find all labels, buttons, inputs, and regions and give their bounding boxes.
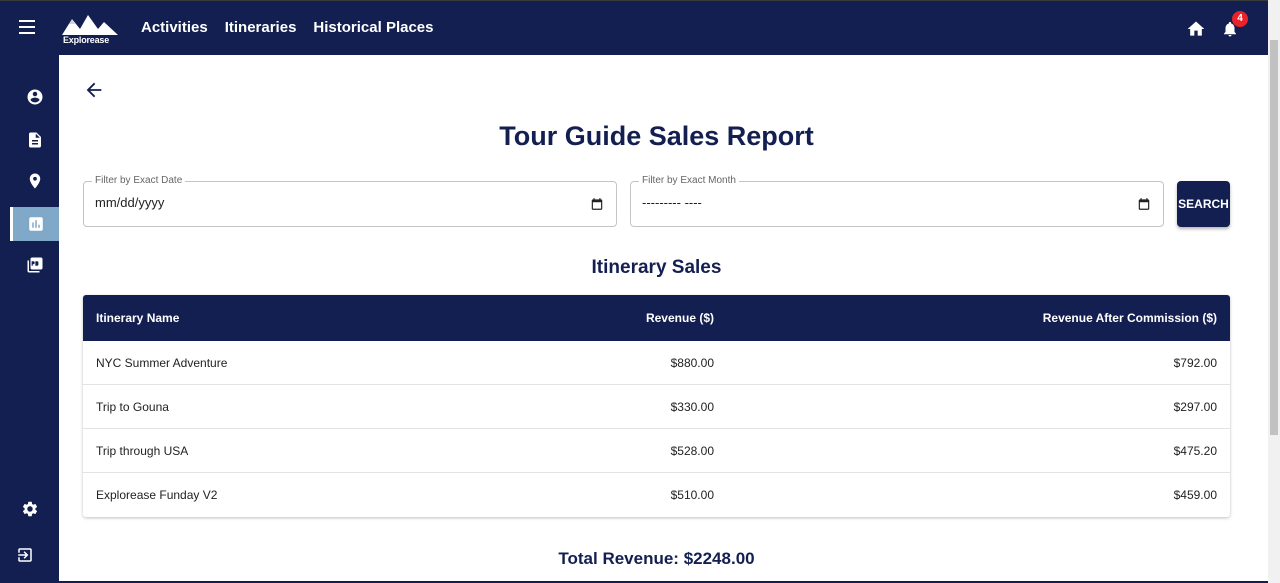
gear-icon (22, 501, 37, 517)
cell-itinerary-name: NYC Summer Adventure (96, 355, 228, 370)
total-revenue: Total Revenue: $2248.00 (558, 549, 755, 568)
document-icon (28, 132, 41, 148)
pdf-collection-icon (27, 257, 42, 273)
bar-chart-icon (29, 217, 43, 231)
scrollbar-thumb[interactable] (1270, 40, 1278, 435)
cell-itinerary-name: Explorease Funday V2 (96, 488, 218, 502)
sidebar (0, 55, 59, 583)
scrollbar[interactable] (1268, 0, 1280, 583)
home-icon[interactable] (1186, 19, 1206, 39)
calendar-icon[interactable] (590, 197, 604, 211)
table-row[interactable]: Trip to Gouna $330.00 $297.00 (83, 385, 1230, 429)
back-arrow-icon[interactable] (83, 79, 105, 101)
cell-revenue: $330.00 (670, 399, 714, 414)
sidebar-item-pdf[interactable] (10, 248, 59, 282)
month-filter-input[interactable] (642, 195, 1042, 210)
calendar-icon[interactable] (1137, 197, 1151, 211)
cell-itinerary-name: Trip through USA (96, 443, 189, 458)
main-content: Tour Guide Sales Report Filter by Exact … (59, 55, 1268, 581)
cell-revenue: $510.00 (670, 488, 714, 502)
column-header-name[interactable]: Itinerary Name (83, 311, 483, 325)
cell-revenue-after-commission: $297.00 (1173, 399, 1217, 414)
cell-revenue-after-commission: $792.00 (1173, 355, 1217, 370)
notification-badge: 4 (1232, 11, 1248, 27)
sidebar-item-logout[interactable] (0, 538, 49, 572)
sidebar-item-profile[interactable] (10, 80, 59, 114)
date-filter-input[interactable] (95, 195, 495, 210)
date-filter-label: Filter by Exact Date (92, 175, 186, 186)
table-row[interactable]: NYC Summer Adventure $880.00 $792.00 (83, 341, 1230, 385)
main-nav: Activities Itineraries Historical Places (141, 19, 434, 36)
nav-historical-places[interactable]: Historical Places (313, 19, 433, 36)
logo[interactable]: Explorease (60, 13, 120, 47)
table-row[interactable]: Trip through USA $528.00 $475.20 (83, 429, 1230, 473)
column-header-revenue-after-commission[interactable]: Revenue After Commission ($) (714, 311, 1217, 325)
section-title: Itinerary Sales (591, 257, 722, 278)
cell-revenue-after-commission: $475.20 (1173, 443, 1217, 458)
table-header: Itinerary Name Revenue ($) Revenue After… (83, 295, 1230, 341)
nav-activities[interactable]: Activities (141, 19, 208, 36)
page-title: Tour Guide Sales Report (499, 121, 814, 151)
sidebar-item-sales-report[interactable] (10, 207, 59, 241)
search-button[interactable]: SEARCH (1177, 181, 1230, 227)
logo-text: Explorease (63, 35, 110, 45)
sidebar-item-documents[interactable] (10, 123, 59, 157)
cell-revenue: $880.00 (670, 355, 714, 370)
nav-itineraries[interactable]: Itineraries (225, 19, 297, 36)
month-filter-field[interactable]: Filter by Exact Month (630, 175, 1164, 227)
month-filter-label: Filter by Exact Month (639, 175, 739, 186)
logout-icon (17, 548, 32, 562)
mountains-logo-icon (62, 15, 118, 35)
sidebar-item-settings[interactable] (5, 492, 54, 526)
account-circle-icon (27, 89, 42, 105)
cell-revenue: $528.00 (670, 443, 714, 458)
table-row[interactable]: Explorease Funday V2 $510.00 $459.00 (83, 473, 1230, 517)
sales-table: Itinerary Name Revenue ($) Revenue After… (83, 295, 1230, 517)
menu-icon[interactable] (14, 16, 40, 40)
top-app-bar: Explorease Activities Itineraries Histor… (0, 0, 1268, 55)
location-pin-icon (29, 173, 40, 189)
sidebar-item-places[interactable] (10, 164, 59, 198)
date-filter-field[interactable]: Filter by Exact Date (83, 175, 617, 227)
cell-revenue-after-commission: $459.00 (1173, 488, 1217, 502)
cell-itinerary-name: Trip to Gouna (96, 399, 169, 414)
column-header-revenue[interactable]: Revenue ($) (483, 311, 714, 325)
